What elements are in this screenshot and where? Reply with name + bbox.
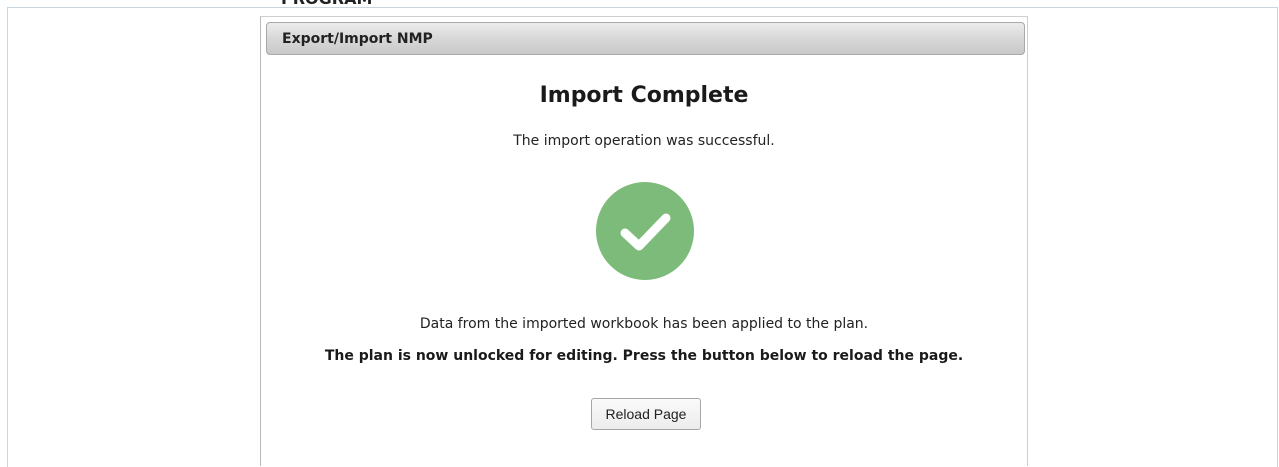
check-circle-icon (596, 182, 694, 280)
export-import-dialog: Export/Import NMP Import Complete The im… (260, 16, 1028, 466)
background-heading-fragment: PROGRAM PLAN (281, 0, 421, 8)
dialog-titlebar[interactable]: Export/Import NMP (266, 22, 1025, 55)
success-message: The import operation was successful. (513, 133, 775, 149)
background-heading-text: PROGRAM PLAN (281, 0, 372, 8)
import-complete-heading: Import Complete (539, 83, 749, 108)
dialog-title: Export/Import NMP (282, 31, 433, 47)
applied-message: Data from the imported workbook has been… (419, 316, 869, 332)
unlocked-message: The plan is now unlocked for editing. Pr… (324, 348, 964, 364)
checkmark-icon (620, 213, 671, 251)
reload-page-button[interactable]: Reload Page (591, 398, 701, 430)
